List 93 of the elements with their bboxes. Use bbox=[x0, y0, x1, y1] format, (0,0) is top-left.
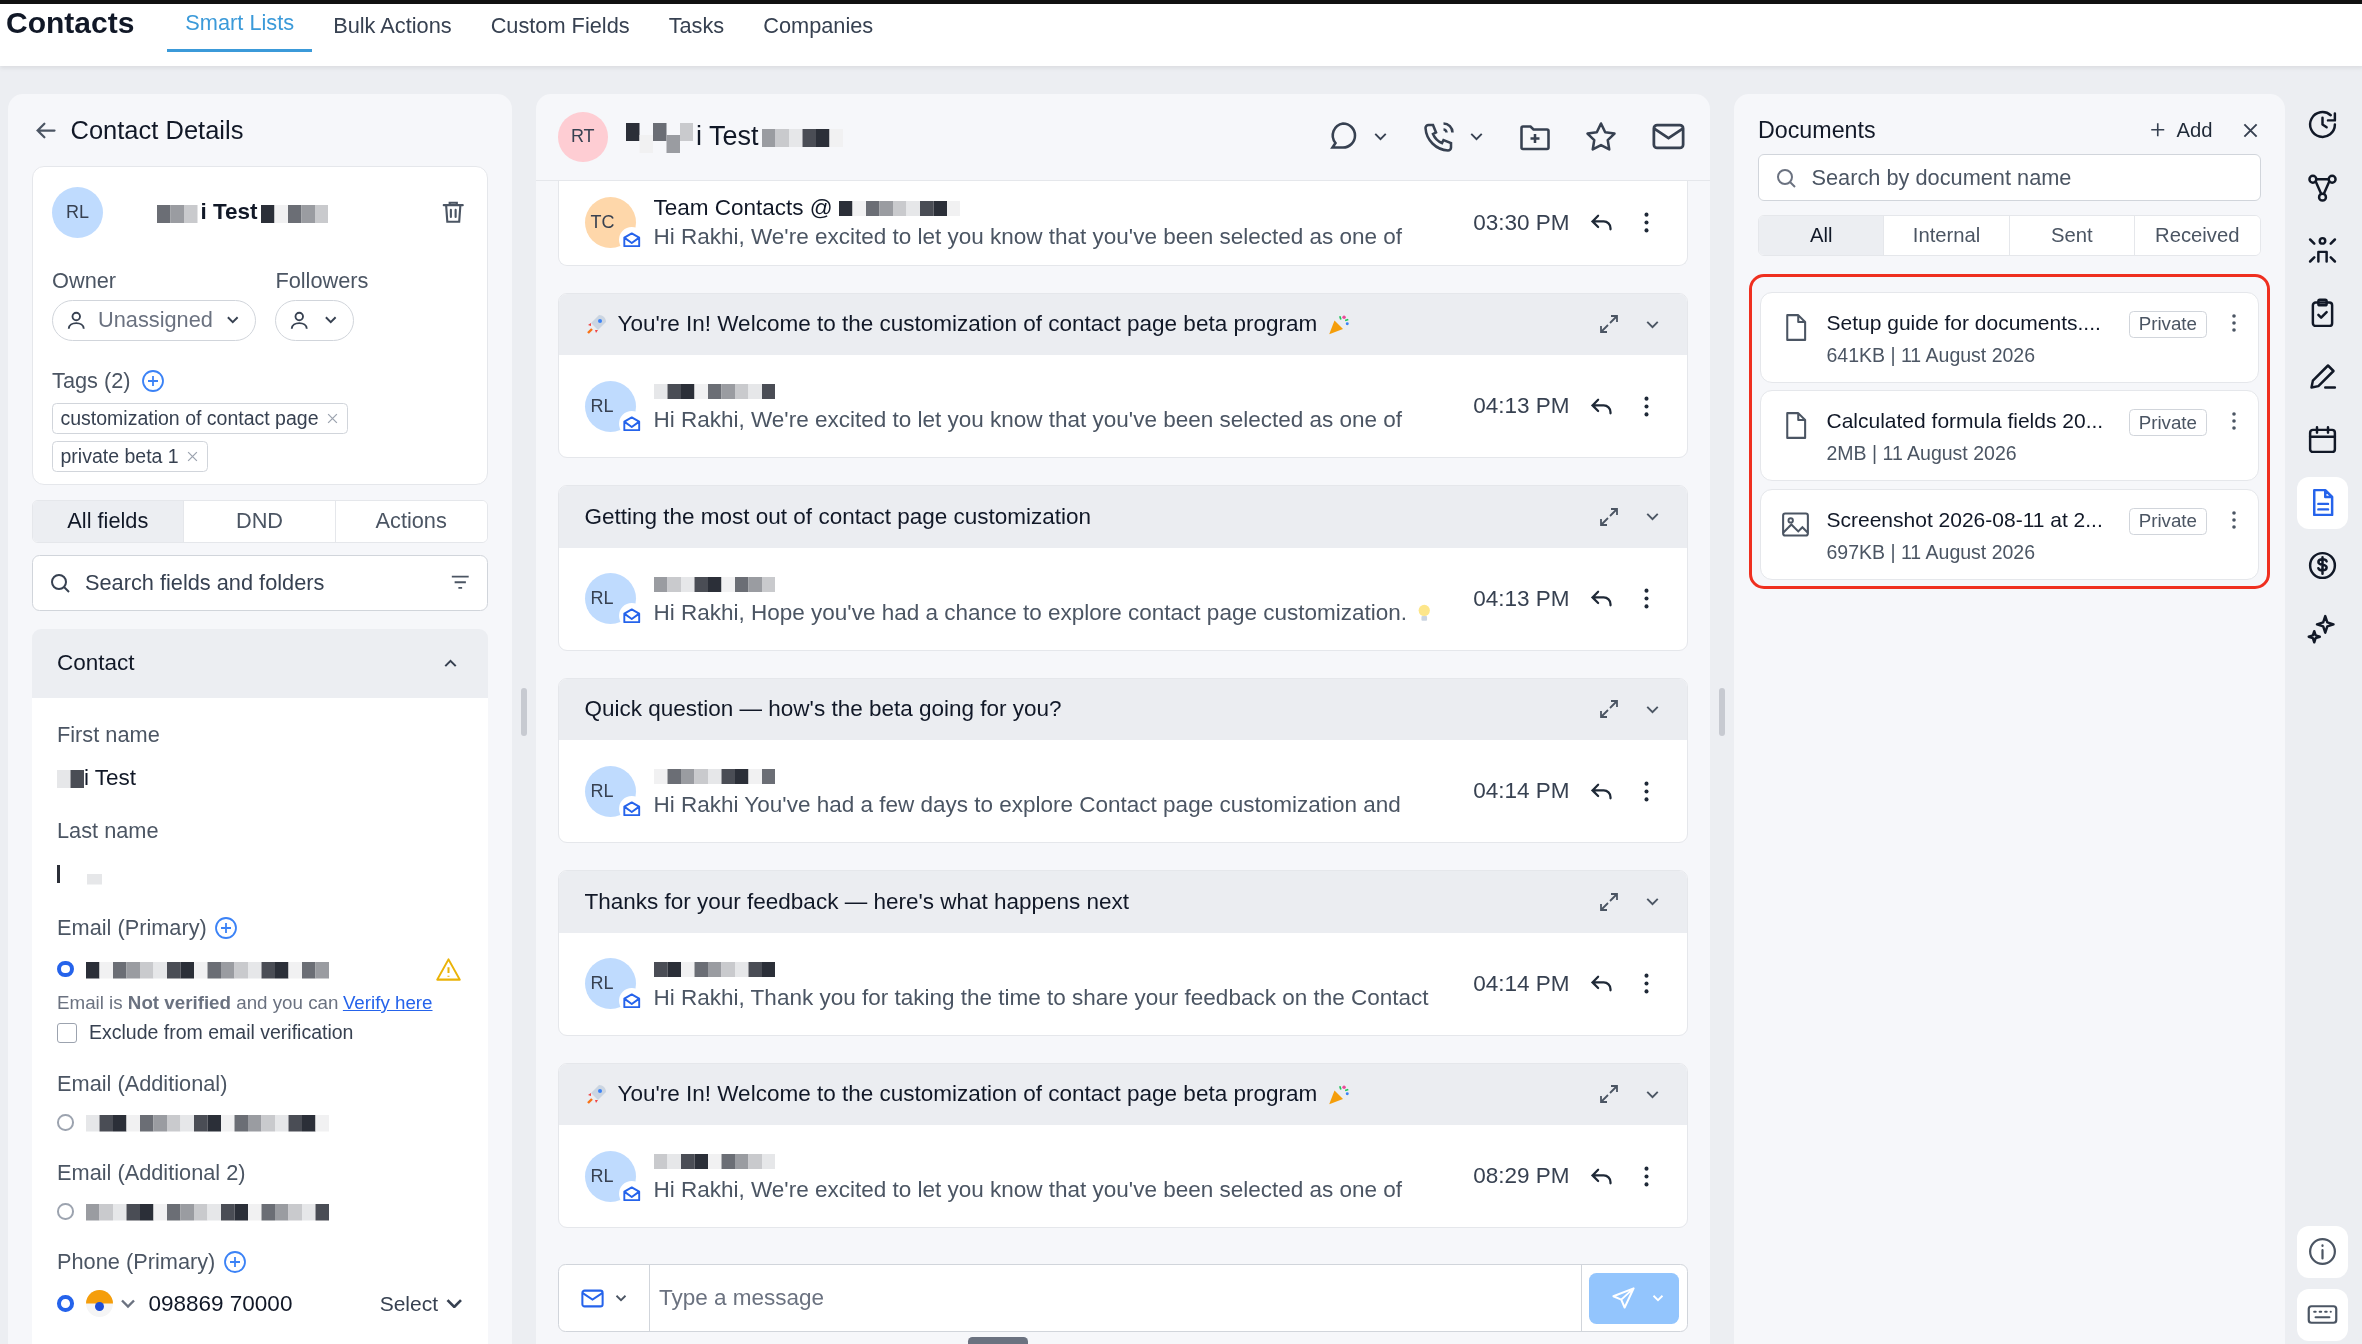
document-name: Calculated formula fields 20... bbox=[1826, 409, 2105, 433]
contact-name: i Test bbox=[696, 121, 759, 153]
flag-icon[interactable] bbox=[85, 1290, 137, 1317]
message-time: 04:13 PM bbox=[1473, 585, 1570, 612]
nav-tab[interactable]: Companies bbox=[745, 4, 892, 52]
field-label: Last name bbox=[57, 818, 159, 844]
message-preview: Hi Rakhi You've had a few days to explore Contact page customization and bbox=[653, 792, 1401, 819]
search-input[interactable]: Search fields and folders bbox=[82, 568, 439, 597]
redaction-drawing bbox=[57, 767, 84, 788]
send-icon bbox=[1610, 1284, 1637, 1312]
email-thread-card[interactable]: Getting the most out of contact page customization RL Hi Rakhi, Hope you've had a chance to explore contact page customization. 04:13 PM bbox=[558, 485, 1688, 651]
message-time: 08:29 PM bbox=[1473, 1163, 1570, 1189]
filter-tab[interactable]: Received bbox=[2134, 215, 2260, 255]
sidebar-button[interactable] bbox=[2296, 1288, 2348, 1341]
field-label: Email (Additional 2) bbox=[57, 1160, 246, 1186]
add-button[interactable]: Add bbox=[2147, 118, 2213, 142]
radio-button[interactable] bbox=[57, 1295, 74, 1312]
contact-name: i Test bbox=[200, 199, 258, 225]
document-name: Setup guide for documents.... bbox=[1826, 310, 2102, 335]
message-preview: Hi Rakhi, Hope you've had a chance to explore contact page customization. bbox=[653, 599, 1407, 626]
email-thread-card[interactable]: Quick question — how's the beta going for you? RL Hi Rakhi You've had a few days to explore Contact page customization and 04:14 PM bbox=[558, 677, 1688, 843]
radio-button[interactable] bbox=[57, 1203, 74, 1220]
thread-subject: Getting the most out of contact page customization bbox=[584, 503, 1092, 530]
message-composer[interactable]: Type a message bbox=[558, 1264, 1688, 1332]
message-time: 04:14 PM bbox=[1473, 778, 1570, 804]
search-field[interactable]: Search fields and folders bbox=[31, 554, 488, 611]
email-thread-card[interactable]: You're In! Welcome to the customization of contact page beta program RL Hi Rakhi, We're excited to let you know that you've been selected as one of 08:29 PM bbox=[558, 1062, 1688, 1228]
message-preview: Hi Rakhi, Thank you for taking the time to share your feedback on the Contact bbox=[653, 984, 1429, 1011]
add-icon[interactable] bbox=[141, 368, 166, 393]
tag-chip: customization of contact page bbox=[52, 402, 348, 434]
message-time: 04:14 PM bbox=[1473, 970, 1570, 997]
phone-value: 098869 70000 bbox=[148, 1290, 293, 1317]
document-meta: 2MB | 11 August 2026 bbox=[1826, 442, 2018, 465]
document-card[interactable]: Setup guide for documents.... 641KB | 11 August 2026 Private bbox=[1759, 291, 2259, 383]
resize-handle[interactable] bbox=[1719, 688, 1725, 736]
section-header[interactable]: Contact bbox=[31, 628, 488, 698]
add-icon[interactable] bbox=[222, 1250, 247, 1274]
field-label: Email (Primary) bbox=[57, 914, 207, 941]
resize-handle[interactable] bbox=[520, 688, 527, 736]
field-label: Owner bbox=[52, 267, 118, 294]
message-time: 03:30 PM bbox=[1473, 209, 1570, 236]
field-label: Email (Additional) bbox=[57, 1071, 228, 1097]
field-tab[interactable]: Actions bbox=[334, 501, 487, 542]
document-card[interactable]: Screenshot 2026-08-11 at 2... 697KB | 11 August 2026 Private bbox=[1759, 488, 2259, 580]
email-thread-card[interactable]: You're In! Welcome to the customization of contact page beta program RL Hi Rakhi, We're excited to let you know that you've been selected as one of 04:13 PM bbox=[558, 292, 1688, 458]
checkbox[interactable] bbox=[57, 1022, 77, 1043]
document-card[interactable]: Calculated formula fields 20... 2MB | 11 August 2026 Private bbox=[1759, 390, 2259, 481]
nav-tab[interactable]: Tasks bbox=[650, 4, 743, 52]
nav-tab[interactable]: Custom Fields bbox=[472, 4, 648, 52]
filter-tab[interactable]: All bbox=[1759, 215, 1884, 255]
search-input[interactable]: Search by document name bbox=[1808, 163, 2245, 192]
field-label: First name bbox=[57, 721, 160, 748]
thread-subject: You're In! Welcome to the customization of contact page beta program bbox=[617, 311, 1318, 338]
contact-avatar: RT bbox=[558, 112, 608, 162]
panel-title: Contact Details bbox=[70, 115, 244, 145]
thread-subject: You're In! Welcome to the customization of contact page beta program bbox=[617, 1081, 1318, 1108]
sender-name: Team Contacts @ bbox=[653, 195, 833, 221]
chevron-icon bbox=[445, 1299, 462, 1308]
field-label: Followers bbox=[275, 267, 369, 294]
redaction-drawing bbox=[625, 120, 693, 154]
panel-title: Documents bbox=[1758, 116, 1876, 144]
tags-label: Tags (2) bbox=[52, 367, 131, 394]
document-meta: 641KB | 11 August 2026 bbox=[1826, 343, 2037, 367]
verify-link[interactable]: Verify here bbox=[342, 991, 433, 1013]
field-tab[interactable]: All fields bbox=[32, 501, 184, 542]
message-preview: Hi Rakhi, We're excited to let you know that you've been selected as one of bbox=[653, 223, 1403, 250]
privacy-badge: Private bbox=[2128, 409, 2207, 436]
tag-chip: private beta 1 bbox=[52, 441, 209, 472]
contact-avatar: RL bbox=[52, 186, 103, 238]
sidebar-button[interactable] bbox=[2296, 1225, 2348, 1278]
email-thread-card[interactable]: Thanks for your feedback — here's what happens next RL Hi Rakhi, Thank you for taking the time to share your feedback on the Contact 04:14 PM bbox=[558, 870, 1688, 1036]
thread-subject: Thanks for your feedback — here's what happens next bbox=[584, 888, 1130, 915]
field-label: Phone (Primary) bbox=[57, 1249, 216, 1275]
resize-handle[interactable] bbox=[967, 1336, 1028, 1344]
verification-note: Email is Not verified and you can bbox=[57, 991, 339, 1013]
nav-tab[interactable]: Bulk Actions bbox=[315, 4, 470, 52]
message-time: 04:13 PM bbox=[1473, 393, 1570, 419]
radio-button[interactable] bbox=[57, 960, 74, 978]
checkbox-label: Exclude from email verification bbox=[89, 1021, 354, 1044]
document-meta: 697KB | 11 August 2026 bbox=[1826, 540, 2037, 564]
search-field[interactable]: Search by document name bbox=[1758, 154, 2261, 201]
privacy-badge: Private bbox=[2128, 507, 2207, 535]
page-title: Contacts bbox=[5, 4, 136, 40]
add-icon[interactable] bbox=[214, 915, 239, 940]
field-value: i Test bbox=[84, 764, 137, 791]
message-preview: Hi Rakhi, We're excited to let you know that you've been selected as one of bbox=[653, 1177, 1403, 1204]
message-preview: Hi Rakhi, We're excited to let you know that you've been selected as one of bbox=[653, 407, 1403, 434]
privacy-badge: Private bbox=[2128, 310, 2207, 338]
document-name: Screenshot 2026-08-11 at 2... bbox=[1826, 507, 2104, 532]
email-thread-card[interactable]: TC Team Contacts @ Hi Rakhi, We're excited to let you know that you've been selected as one of 03:30 PM bbox=[558, 180, 1688, 266]
thread-subject: Quick question — how's the beta going for you? bbox=[584, 696, 1062, 723]
phone-type-select[interactable]: Select bbox=[379, 1291, 462, 1316]
radio-button[interactable] bbox=[57, 1114, 74, 1131]
